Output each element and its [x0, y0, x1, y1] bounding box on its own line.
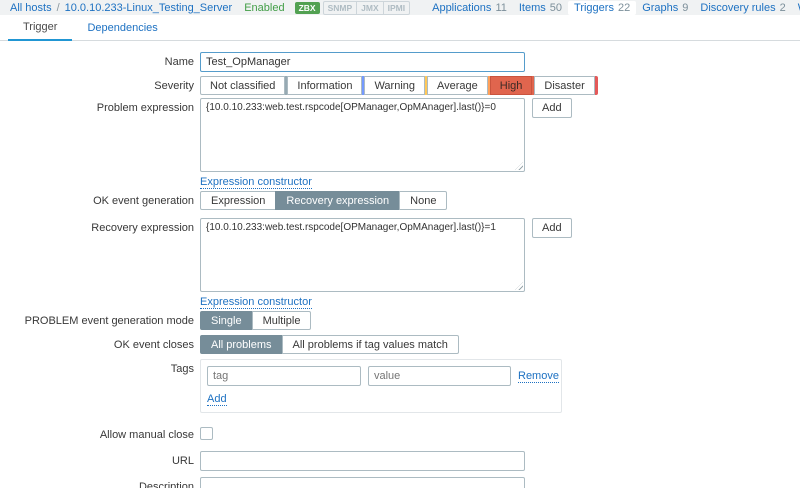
ok-event-generation-expression-button[interactable]: Expression	[200, 191, 277, 210]
problem-event-generation-mode-control: Single Multiple	[200, 311, 312, 330]
tags-panel: Remove Add	[200, 359, 562, 413]
severity-row: Severity Not classified Information Warn…	[0, 76, 800, 95]
problem-event-mode-multiple-button[interactable]: Multiple	[251, 311, 312, 330]
tag-remove-link[interactable]: Remove	[518, 370, 559, 383]
tag-value-input[interactable]	[368, 366, 511, 386]
host-name-link[interactable]: 10.0.10.233-Linux_Testing_Server	[65, 2, 233, 14]
tag-name-input[interactable]	[207, 366, 361, 386]
problem-expression-label: Problem expression	[96, 102, 194, 114]
snmp-interface-badge: SNMP	[327, 2, 353, 13]
severity-option-high[interactable]: High	[489, 76, 533, 95]
applications-count: 11	[495, 1, 507, 14]
graphs-link[interactable]: Graphs	[642, 2, 678, 14]
problem-expression-row: Problem expression {10.0.10.233:web.test…	[0, 98, 800, 189]
zabbix-trigger-config-screen: All hosts / 10.0.10.233-Linux_Testing_Se…	[0, 0, 800, 488]
nav-applications[interactable]: Applications 11	[426, 1, 513, 15]
severity-option-label: Disaster	[544, 79, 585, 92]
problem-expression-textarea[interactable]: {10.0.10.233:web.test.rspcode[OPManager,…	[200, 98, 525, 172]
tab-bar: Trigger Dependencies	[0, 15, 800, 41]
ipmi-interface-badge: IPMI	[382, 1, 409, 14]
discovery-rules-count: 2	[779, 1, 786, 14]
jmx-interface-badge: JMX	[356, 1, 382, 14]
ok-event-generation-recovery-expression-button[interactable]: Recovery expression	[275, 191, 401, 210]
ok-event-generation-row: OK event generation Expression Recovery …	[0, 191, 800, 210]
discovery-rules-link[interactable]: Discovery rules	[700, 2, 775, 14]
recovery-expression-row: Recovery expression {10.0.10.233:web.tes…	[0, 218, 800, 309]
triggers-link[interactable]: Triggers	[574, 2, 614, 14]
graphs-count: 9	[682, 1, 689, 14]
description-textarea[interactable]	[200, 477, 525, 488]
host-status-enabled: Enabled	[244, 1, 285, 14]
ok-event-closes-all-problems-button[interactable]: All problems	[200, 335, 283, 354]
items-count: 50	[549, 1, 563, 14]
ok-event-generation-none-button[interactable]: None	[399, 191, 448, 210]
problem-event-generation-mode-label: PROBLEM event generation mode	[24, 315, 194, 327]
ok-event-generation-label: OK event generation	[93, 195, 194, 207]
host-entity-links: Applications 11 Items 50 Triggers 22 Gra…	[426, 0, 800, 15]
name-row: Name	[0, 52, 800, 72]
nav-triggers[interactable]: Triggers 22	[568, 0, 637, 15]
all-hosts-link[interactable]: All hosts	[10, 2, 52, 14]
ok-event-closes-control: All problems All problems if tag values …	[200, 335, 459, 354]
severity-option-information[interactable]: Information	[287, 76, 363, 95]
tag-add-link[interactable]: Add	[207, 393, 227, 406]
tag-entry-row: Remove	[207, 366, 559, 386]
tab-trigger[interactable]: Trigger	[8, 15, 73, 41]
description-row: Description	[0, 477, 800, 488]
applications-link[interactable]: Applications	[432, 2, 491, 14]
ok-event-generation-control: Expression Recovery expression None	[200, 191, 448, 210]
severity-stripe-disaster	[594, 76, 598, 95]
breadcrumb-separator: /	[56, 1, 60, 14]
url-input[interactable]	[200, 451, 525, 471]
severity-option-label: Average	[437, 79, 478, 92]
ok-event-closes-tag-match-button[interactable]: All problems if tag values match	[281, 335, 459, 354]
problem-expression-constructor-link[interactable]: Expression constructor	[200, 176, 312, 189]
tab-dependencies[interactable]: Dependencies	[72, 15, 172, 40]
tags-row: Tags Remove Add	[0, 359, 800, 413]
zbx-interface-badge: ZBX	[294, 1, 320, 14]
severity-label: Severity	[154, 80, 194, 92]
ok-event-closes-label: OK event closes	[113, 339, 194, 351]
recovery-expression-label: Recovery expression	[91, 222, 194, 234]
nav-items[interactable]: Items 50	[513, 1, 568, 15]
allow-manual-close-label: Allow manual close	[99, 429, 194, 441]
tags-label: Tags	[170, 363, 194, 375]
severity-control: Not classified Information Warning Avera…	[200, 76, 598, 95]
name-label: Name	[164, 56, 194, 68]
nav-graphs[interactable]: Graphs 9	[636, 1, 694, 15]
severity-option-not-classified[interactable]: Not classified	[200, 76, 286, 95]
description-label: Description	[138, 481, 194, 488]
nav-web-scenarios[interactable]: Web scenarios 1	[792, 1, 800, 15]
items-link[interactable]: Items	[519, 2, 546, 14]
recovery-expression-add-button[interactable]: Add	[532, 218, 572, 238]
severity-option-average[interactable]: Average	[427, 76, 488, 95]
allow-manual-close-row: Allow manual close	[0, 425, 800, 443]
triggers-count: 22	[617, 1, 631, 14]
url-label: URL	[171, 455, 194, 467]
interface-badge-group: SNMP JMX IPMI	[322, 0, 411, 15]
trigger-form: Name Severity Not classified Information…	[0, 41, 800, 488]
severity-option-label: Information	[297, 79, 353, 92]
nav-discovery-rules[interactable]: Discovery rules 2	[694, 1, 791, 15]
severity-option-disaster[interactable]: Disaster	[534, 76, 595, 95]
recovery-expression-textarea[interactable]: {10.0.10.233:web.test.rspcode[OPManager,…	[200, 218, 525, 292]
url-row: URL	[0, 451, 800, 471]
ok-event-closes-row: OK event closes All problems All problem…	[0, 335, 800, 354]
severity-option-label: Warning	[374, 79, 416, 92]
name-input[interactable]	[200, 52, 525, 72]
severity-option-label: Not classified	[210, 79, 276, 92]
problem-event-generation-mode-row: PROBLEM event generation mode Single Mul…	[0, 311, 800, 330]
problem-event-mode-single-button[interactable]: Single	[200, 311, 253, 330]
severity-option-label: High	[499, 79, 523, 92]
problem-expression-add-button[interactable]: Add	[532, 98, 572, 118]
severity-option-warning[interactable]: Warning	[364, 76, 426, 95]
allow-manual-close-checkbox[interactable]	[200, 427, 213, 440]
recovery-expression-constructor-link[interactable]: Expression constructor	[200, 296, 312, 309]
host-nav-bar: All hosts / 10.0.10.233-Linux_Testing_Se…	[0, 0, 800, 15]
